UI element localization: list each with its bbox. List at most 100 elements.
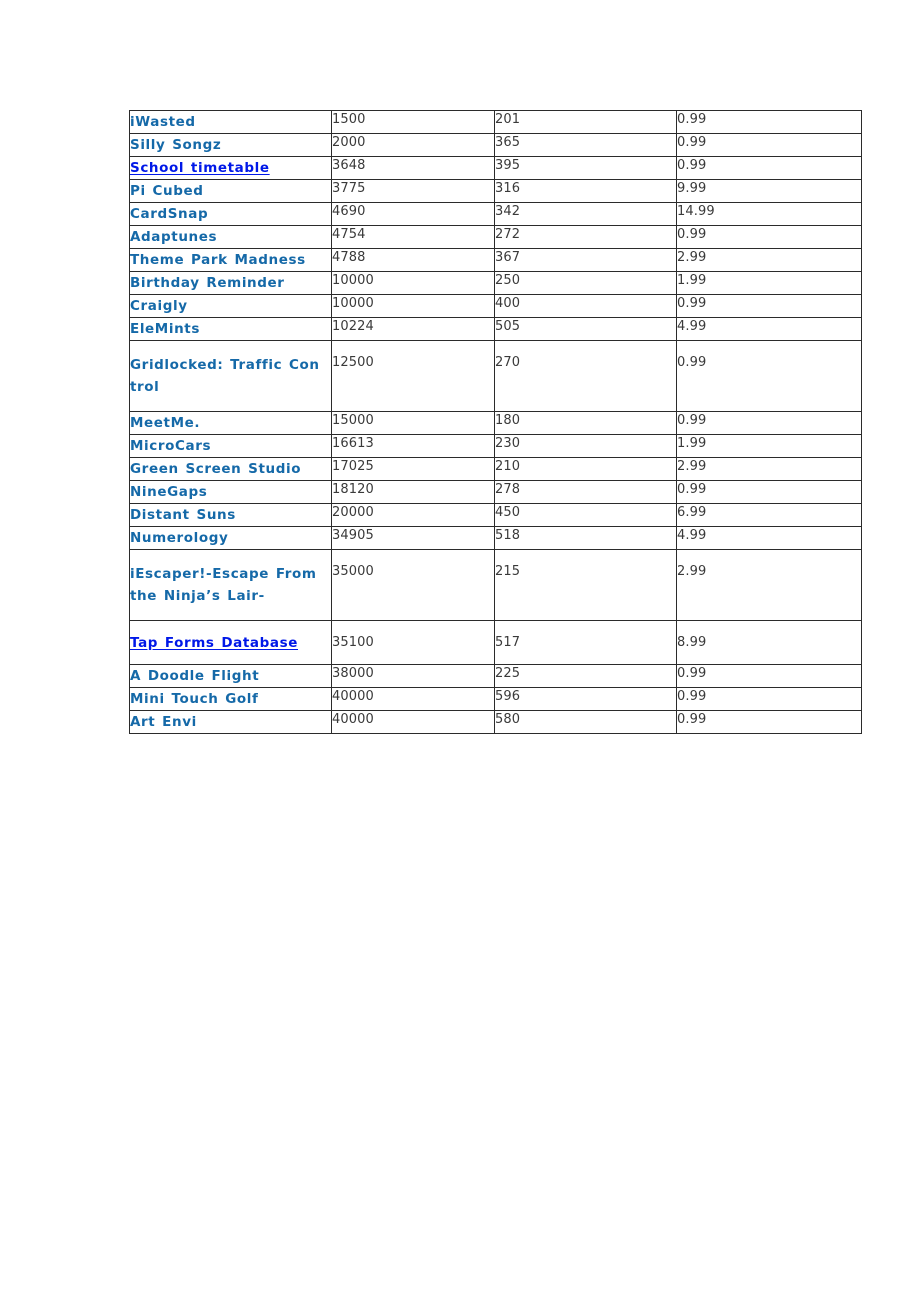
- app-table-body: iWasted 1500 201 0.99 Silly Songz 2000 365 0.99…: [129, 110, 862, 734]
- app-name-link[interactable]: Craigly: [130, 298, 188, 314]
- table-row: iWasted 1500 201 0.99: [129, 110, 862, 134]
- app-table-container: iWasted 1500 201 0.99 Silly Songz 2000 365 0.99…: [129, 110, 862, 734]
- app-name-link[interactable]: Art Envi: [130, 714, 197, 730]
- cell-price: 0.99: [676, 294, 862, 318]
- cell-app-name: NineGaps: [129, 480, 332, 504]
- cell-size: 400: [494, 294, 677, 318]
- cell-downloads: 4754: [331, 225, 495, 249]
- cell-price: 4.99: [676, 317, 862, 341]
- app-name-link[interactable]: iEscaper!-Escape From the Ninja’s Lair-: [130, 566, 317, 604]
- cell-app-name: Gridlocked: Traffic Con trol: [129, 340, 332, 412]
- cell-size: 215: [494, 549, 677, 621]
- cell-app-name: Silly Songz: [129, 133, 332, 157]
- table-row: MeetMe. 15000 180 0.99: [129, 411, 862, 435]
- app-name-link[interactable]: iWasted: [130, 114, 196, 130]
- app-name-link[interactable]: Theme Park Madness: [130, 252, 306, 268]
- cell-price: 0.99: [676, 110, 862, 134]
- table-row: Gridlocked: Traffic Con trol 12500 270 0.99: [129, 340, 862, 412]
- table-row: Pi Cubed 3775 316 9.99: [129, 179, 862, 203]
- cell-price: 0.99: [676, 710, 862, 734]
- app-name-link[interactable]: Distant Suns: [130, 507, 236, 523]
- cell-price: 0.99: [676, 664, 862, 688]
- cell-downloads: 38000: [331, 664, 495, 688]
- cell-downloads: 40000: [331, 710, 495, 734]
- table-row: NineGaps 18120 278 0.99: [129, 480, 862, 504]
- app-name-link[interactable]: Green Screen Studio: [130, 461, 301, 477]
- app-listing-table: iWasted 1500 201 0.99 Silly Songz 2000 365 0.99…: [129, 110, 862, 734]
- cell-size: 596: [494, 687, 677, 711]
- document-page: iWasted 1500 201 0.99 Silly Songz 2000 365 0.99…: [0, 0, 920, 1302]
- table-row: Art Envi 40000 580 0.99: [129, 710, 862, 734]
- table-row: Adaptunes 4754 272 0.99: [129, 225, 862, 249]
- app-name-link[interactable]: MeetMe.: [130, 415, 200, 431]
- cell-downloads: 4788: [331, 248, 495, 272]
- table-row: Green Screen Studio 17025 210 2.99: [129, 457, 862, 481]
- cell-size: 367: [494, 248, 677, 272]
- cell-size: 278: [494, 480, 677, 504]
- cell-app-name: Adaptunes: [129, 225, 332, 249]
- cell-size: 270: [494, 340, 677, 412]
- app-name-link[interactable]: Birthday Reminder: [130, 275, 285, 291]
- cell-app-name: School timetable: [129, 156, 332, 180]
- cell-app-name: Craigly: [129, 294, 332, 318]
- app-name-link[interactable]: NineGaps: [130, 484, 207, 500]
- cell-price: 0.99: [676, 411, 862, 435]
- cell-size: 272: [494, 225, 677, 249]
- cell-price: 0.99: [676, 340, 862, 412]
- cell-app-name: Theme Park Madness: [129, 248, 332, 272]
- app-name-link[interactable]: EleMints: [130, 321, 200, 337]
- cell-downloads: 12500: [331, 340, 495, 412]
- cell-price: 2.99: [676, 457, 862, 481]
- app-name-link[interactable]: Adaptunes: [130, 229, 217, 245]
- cell-price: 1.99: [676, 434, 862, 458]
- cell-price: 4.99: [676, 526, 862, 550]
- app-name-link[interactable]: MicroCars: [130, 438, 211, 454]
- cell-price: 0.99: [676, 156, 862, 180]
- cell-app-name: MicroCars: [129, 434, 332, 458]
- app-name-link[interactable]: Tap Forms Database: [130, 635, 298, 651]
- cell-downloads: 34905: [331, 526, 495, 550]
- cell-size: 316: [494, 179, 677, 203]
- cell-app-name: iEscaper!-Escape From the Ninja’s Lair-: [129, 549, 332, 621]
- app-name-link[interactable]: School timetable: [130, 160, 270, 176]
- app-name-link[interactable]: A Doodle Flight: [130, 668, 259, 684]
- app-name-link[interactable]: Gridlocked: Traffic Con trol: [130, 357, 320, 395]
- table-row: CardSnap 4690 342 14.99: [129, 202, 862, 226]
- table-row: Tap Forms Database 35100 517 8.99: [129, 620, 862, 665]
- table-row: iEscaper!-Escape From the Ninja’s Lair- 3…: [129, 549, 862, 621]
- cell-app-name: Art Envi: [129, 710, 332, 734]
- cell-app-name: Numerology: [129, 526, 332, 550]
- cell-app-name: iWasted: [129, 110, 332, 134]
- cell-downloads: 17025: [331, 457, 495, 481]
- cell-price: 0.99: [676, 133, 862, 157]
- cell-size: 180: [494, 411, 677, 435]
- cell-price: 1.99: [676, 271, 862, 295]
- table-row: A Doodle Flight 38000 225 0.99: [129, 664, 862, 688]
- app-name-link[interactable]: Pi Cubed: [130, 183, 204, 199]
- cell-size: 517: [494, 620, 677, 665]
- cell-downloads: 35000: [331, 549, 495, 621]
- cell-downloads: 18120: [331, 480, 495, 504]
- table-row: Theme Park Madness 4788 367 2.99: [129, 248, 862, 272]
- cell-app-name: Birthday Reminder: [129, 271, 332, 295]
- cell-size: 250: [494, 271, 677, 295]
- cell-downloads: 35100: [331, 620, 495, 665]
- cell-downloads: 16613: [331, 434, 495, 458]
- cell-downloads: 40000: [331, 687, 495, 711]
- cell-size: 505: [494, 317, 677, 341]
- cell-downloads: 4690: [331, 202, 495, 226]
- app-name-link[interactable]: Numerology: [130, 530, 228, 546]
- cell-price: 0.99: [676, 687, 862, 711]
- cell-app-name: Mini Touch Golf: [129, 687, 332, 711]
- cell-price: 9.99: [676, 179, 862, 203]
- table-row: Birthday Reminder 10000 250 1.99: [129, 271, 862, 295]
- cell-app-name: EleMints: [129, 317, 332, 341]
- app-name-link[interactable]: Silly Songz: [130, 137, 221, 153]
- table-row: Numerology 34905 518 4.99: [129, 526, 862, 550]
- cell-price: 0.99: [676, 480, 862, 504]
- app-name-link[interactable]: Mini Touch Golf: [130, 691, 258, 707]
- cell-price: 2.99: [676, 549, 862, 621]
- cell-size: 201: [494, 110, 677, 134]
- cell-app-name: Pi Cubed: [129, 179, 332, 203]
- app-name-link[interactable]: CardSnap: [130, 206, 208, 222]
